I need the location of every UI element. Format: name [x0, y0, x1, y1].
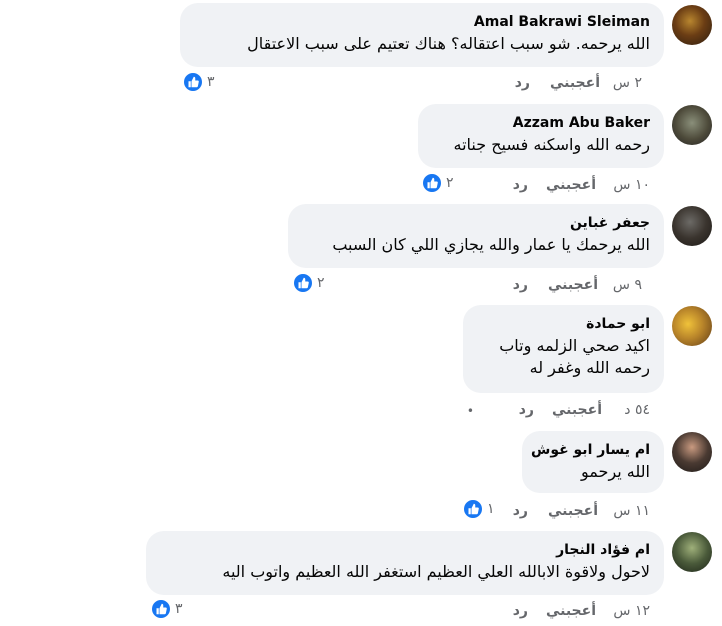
- comment-author[interactable]: جعفر غباين: [302, 214, 650, 232]
- reply-button[interactable]: رد: [519, 402, 534, 418]
- comment-bubble: Azzam Abu Baker رحمه الله واسكنه فسيح جن…: [418, 104, 664, 168]
- comment-bubble: ام فؤاد النجار لاحول ولاقوة الابالله الع…: [146, 531, 664, 595]
- comment-timestamp[interactable]: ٥٤ د: [624, 402, 650, 418]
- comment-bubble: جعفر غباين الله يرحمك يا عمار والله يجاز…: [288, 204, 664, 268]
- avatar[interactable]: [672, 532, 712, 572]
- comment-text: رحمه الله وغفر له: [529, 358, 650, 377]
- comment-author[interactable]: ام يسار ابو غوش: [531, 441, 650, 459]
- comment-bubble: ام يسار ابو غوش الله يرحمو: [522, 431, 664, 493]
- comment-author[interactable]: ام فؤاد النجار: [160, 541, 650, 559]
- reaction-count: ٣: [175, 601, 183, 617]
- reaction-count: ٢: [317, 275, 325, 291]
- comment-text: لاحول ولاقوة الابالله العلي العظيم استغف…: [222, 562, 650, 581]
- comment-author[interactable]: ابو حمادة: [477, 315, 650, 333]
- avatar[interactable]: [672, 5, 712, 45]
- reaction-count: ١: [487, 501, 495, 517]
- comment-actions: ٥٤ د أعجبني رد •: [0, 402, 664, 422]
- comment-author[interactable]: Amal Bakrawi Sleiman: [194, 13, 650, 31]
- reaction-count: ٢: [446, 175, 454, 191]
- comment-timestamp[interactable]: ١٠ س: [613, 177, 650, 193]
- reply-button[interactable]: رد: [513, 503, 528, 519]
- comment-timestamp[interactable]: ٢ س: [613, 75, 642, 91]
- comment-author[interactable]: Azzam Abu Baker: [432, 114, 650, 132]
- reply-button[interactable]: رد: [515, 75, 530, 91]
- reaction-summary[interactable]: ٢: [421, 172, 454, 194]
- like-button[interactable]: أعجبني: [550, 75, 600, 91]
- comment-actions: ٩ س أعجبني رد: [0, 277, 664, 297]
- avatar[interactable]: [672, 432, 712, 472]
- comment-text: الله يرحمو: [581, 462, 650, 481]
- comment-timestamp[interactable]: ١١ س: [613, 503, 650, 519]
- like-button[interactable]: أعجبني: [548, 277, 598, 293]
- comment-actions: ١٠ س أعجبني رد: [0, 177, 664, 197]
- comment-bubble: Amal Bakrawi Sleiman الله يرحمه. شو سبب …: [180, 3, 664, 67]
- comment-timestamp[interactable]: ١٢ س: [613, 603, 650, 619]
- thumbs-up-icon: [421, 172, 443, 194]
- avatar[interactable]: [672, 105, 712, 145]
- separator-dot: •: [466, 404, 474, 418]
- thumbs-up-icon: [150, 598, 172, 620]
- reaction-count: ٣: [207, 74, 215, 90]
- reply-button[interactable]: رد: [513, 277, 528, 293]
- thumbs-up-icon: [462, 498, 484, 520]
- thumbs-up-icon: [182, 71, 204, 93]
- comment-text: اكيد صحي الزلمه وتاب: [499, 336, 650, 355]
- reaction-summary[interactable]: ٢: [292, 272, 325, 294]
- comment-text: رحمه الله واسكنه فسيح جناته: [453, 135, 650, 154]
- comment-text: الله يرحمه. شو سبب اعتقاله؟ هناك تعتيم ع…: [247, 34, 650, 53]
- avatar[interactable]: [672, 206, 712, 246]
- comment-actions: ١١ س أعجبني رد: [0, 503, 664, 523]
- comment-actions: ٢ س أعجبني رد: [0, 75, 664, 95]
- reaction-summary[interactable]: ٣: [182, 71, 215, 93]
- comment-actions: ١٢ س أعجبني رد: [0, 603, 664, 623]
- reaction-summary[interactable]: ١: [462, 498, 495, 520]
- reply-button[interactable]: رد: [513, 603, 528, 619]
- like-button[interactable]: أعجبني: [546, 177, 596, 193]
- like-button[interactable]: أعجبني: [548, 503, 598, 519]
- avatar[interactable]: [672, 306, 712, 346]
- like-button[interactable]: أعجبني: [546, 603, 596, 619]
- comment-timestamp[interactable]: ٩ س: [613, 277, 642, 293]
- comment-text: الله يرحمك يا عمار والله يجازي اللي كان …: [332, 235, 650, 254]
- comment-bubble: ابو حمادة اكيد صحي الزلمه وتاب رحمه الله…: [463, 305, 664, 393]
- like-button[interactable]: أعجبني: [552, 402, 602, 418]
- reaction-summary[interactable]: ٣: [150, 598, 183, 620]
- thumbs-up-icon: [292, 272, 314, 294]
- reply-button[interactable]: رد: [513, 177, 528, 193]
